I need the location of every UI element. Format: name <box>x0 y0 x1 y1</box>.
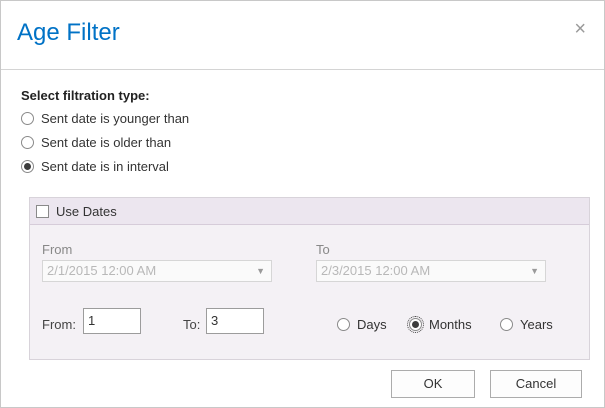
from-date-chevron-down-icon: ▼ <box>256 266 265 276</box>
age-filter-dialog: Age Filter × Select filtration type: Sen… <box>0 0 605 408</box>
to-date-chevron-down-icon: ▼ <box>530 266 539 276</box>
unit-years[interactable]: Years <box>500 317 553 332</box>
option-in-interval-label: Sent date is in interval <box>41 159 169 174</box>
option-older-than-label: Sent date is older than <box>41 135 172 150</box>
close-icon[interactable]: × <box>574 19 586 39</box>
radio-younger-than[interactable] <box>21 112 34 125</box>
unit-months-label: Months <box>429 317 472 332</box>
from-number-input[interactable]: 1 <box>83 308 141 334</box>
radio-years[interactable] <box>500 318 513 331</box>
to-date-label: To <box>316 242 330 257</box>
from-date-value: 2/1/2015 12:00 AM <box>47 263 157 278</box>
radio-in-interval[interactable] <box>21 160 34 173</box>
to-number-label: To: <box>183 317 201 332</box>
ok-button[interactable]: OK <box>391 370 475 398</box>
unit-days-label: Days <box>357 317 387 332</box>
to-date-dropdown[interactable]: 2/3/2015 12:00 AM ▼ <box>316 260 546 282</box>
from-date-dropdown[interactable]: 2/1/2015 12:00 AM ▼ <box>42 260 272 282</box>
option-younger-than[interactable]: Sent date is younger than <box>21 111 189 126</box>
dialog-title: Age Filter <box>17 19 120 46</box>
title-divider <box>1 69 604 70</box>
cancel-button[interactable]: Cancel <box>490 370 582 398</box>
filtration-type-label: Select filtration type: <box>21 88 150 103</box>
unit-years-label: Years <box>520 317 553 332</box>
unit-months[interactable]: Months <box>407 316 472 333</box>
to-date-value: 2/3/2015 12:00 AM <box>321 263 431 278</box>
use-dates-label: Use Dates <box>56 203 117 219</box>
to-number-input[interactable]: 3 <box>206 308 264 334</box>
interval-panel: Use Dates From 2/1/2015 12:00 AM ▼ To 2/… <box>29 197 590 360</box>
option-younger-than-label: Sent date is younger than <box>41 111 190 126</box>
radio-months[interactable] <box>407 316 424 333</box>
radio-days[interactable] <box>337 318 350 331</box>
from-number-label: From: <box>42 317 76 332</box>
radio-older-than[interactable] <box>21 136 34 149</box>
option-older-than[interactable]: Sent date is older than <box>21 135 171 150</box>
use-dates-row[interactable]: Use Dates <box>30 198 589 225</box>
use-dates-checkbox[interactable] <box>36 204 49 218</box>
option-in-interval[interactable]: Sent date is in interval <box>21 159 169 174</box>
unit-days[interactable]: Days <box>337 317 387 332</box>
from-date-label: From <box>42 242 73 257</box>
